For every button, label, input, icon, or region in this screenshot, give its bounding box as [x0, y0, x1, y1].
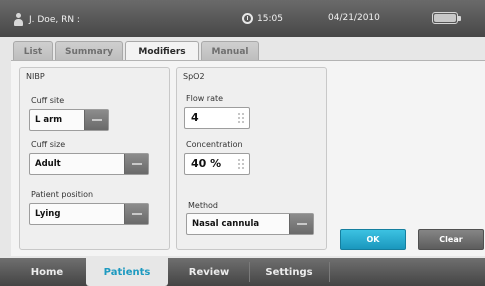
- tab-bar: List Summary Modifiers Manual: [13, 41, 259, 62]
- nav-settings[interactable]: Settings: [250, 258, 328, 286]
- spo2-title: SpO2: [183, 72, 205, 81]
- keypad-icon: [238, 113, 244, 123]
- nibp-title: NIBP: [26, 72, 45, 81]
- cuff-site-select[interactable]: L arm: [29, 109, 109, 131]
- nav-patients[interactable]: Patients: [86, 258, 168, 286]
- tab-manual[interactable]: Manual: [201, 41, 259, 61]
- clock-indicator[interactable]: 15:05: [242, 13, 283, 24]
- method-select[interactable]: Nasal cannula: [186, 213, 314, 235]
- spo2-panel: SpO2 Flow rate 4 Concentration 40 % Meth…: [176, 67, 327, 250]
- concentration-label: Concentration: [186, 140, 243, 149]
- user-name: J. Doe, RN :: [29, 14, 80, 25]
- cuff-size-value: Adult: [35, 159, 61, 169]
- flow-rate-value: 4: [191, 111, 199, 124]
- dropdown-arrow-icon: [124, 154, 148, 174]
- nav-review[interactable]: Review: [170, 258, 248, 286]
- clear-button[interactable]: Clear: [418, 229, 484, 250]
- cuff-size-label: Cuff size: [31, 140, 66, 149]
- nav-divider: [329, 262, 330, 282]
- user-indicator[interactable]: J. Doe, RN :: [14, 13, 80, 26]
- bottom-nav: Home Patients Review Settings: [0, 258, 485, 286]
- time-display: 15:05: [257, 13, 283, 24]
- cuff-site-label: Cuff site: [31, 96, 65, 105]
- ok-button[interactable]: OK: [340, 229, 406, 250]
- nibp-panel: NIBP Cuff site L arm Cuff size Adult Pat…: [19, 67, 170, 250]
- date-display: 04/21/2010: [328, 13, 380, 23]
- tab-list[interactable]: List: [13, 41, 53, 61]
- flow-rate-field[interactable]: 4: [184, 107, 250, 129]
- keypad-icon: [238, 159, 244, 169]
- status-bar: J. Doe, RN : 15:05 04/21/2010: [0, 0, 485, 37]
- method-value: Nasal cannula: [192, 219, 260, 229]
- concentration-value: 40 %: [191, 157, 222, 170]
- battery-icon: [432, 12, 461, 24]
- cuff-site-value: L arm: [35, 115, 63, 125]
- patient-position-select[interactable]: Lying: [29, 203, 149, 225]
- patient-position-label: Patient position: [31, 190, 94, 199]
- user-icon: [14, 13, 23, 26]
- cuff-size-select[interactable]: Adult: [29, 153, 149, 175]
- patient-position-value: Lying: [35, 209, 61, 219]
- method-label: Method: [188, 201, 219, 210]
- tab-summary[interactable]: Summary: [55, 41, 123, 61]
- clock-icon: [242, 13, 253, 24]
- concentration-field[interactable]: 40 %: [184, 153, 250, 175]
- dropdown-arrow-icon: [84, 110, 108, 130]
- tab-modifiers[interactable]: Modifiers: [125, 41, 199, 62]
- monitor-screen: J. Doe, RN : 15:05 04/21/2010 List Summa…: [0, 0, 485, 286]
- dropdown-arrow-icon: [124, 204, 148, 224]
- nav-home[interactable]: Home: [8, 258, 86, 286]
- dropdown-arrow-icon: [289, 214, 313, 234]
- flow-rate-label: Flow rate: [186, 94, 224, 103]
